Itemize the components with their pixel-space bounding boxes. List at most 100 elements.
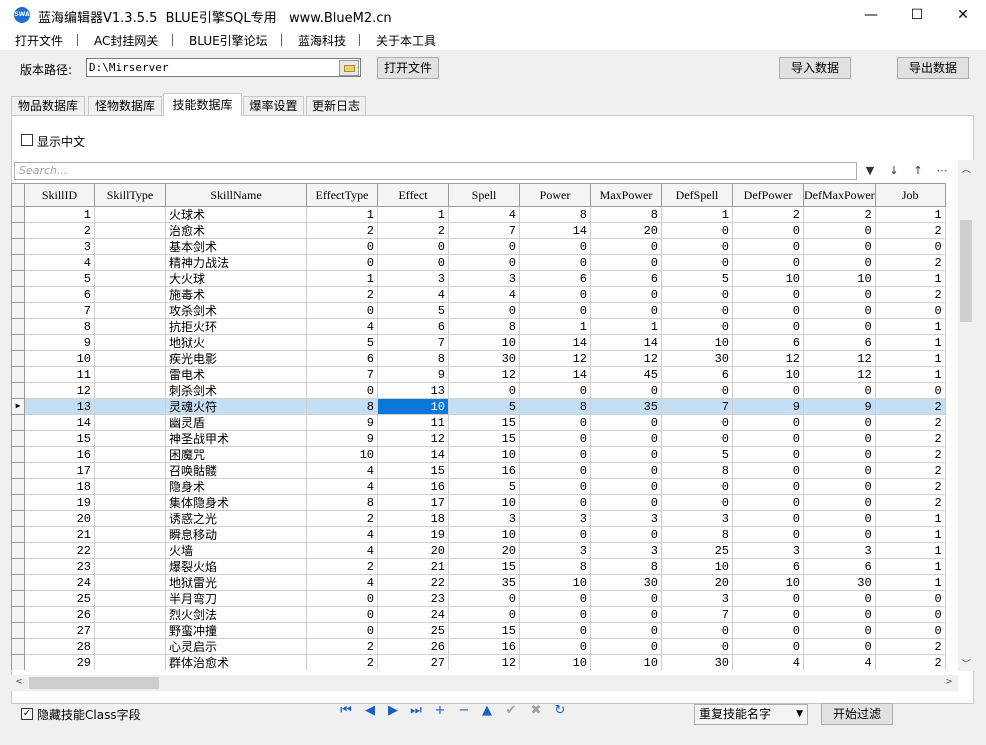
cell-effecttype[interactable]: 4	[306, 574, 378, 591]
row-indicator[interactable]	[11, 638, 25, 655]
cell-effect[interactable]: 17	[377, 494, 449, 511]
cell-skilltype[interactable]	[94, 558, 166, 575]
cell-defpower[interactable]: 0	[732, 622, 804, 639]
cell-defmaxpower[interactable]: 0	[803, 430, 876, 447]
cell-spell[interactable]: 0	[448, 238, 520, 255]
cell-skillid[interactable]: 25	[24, 590, 95, 607]
cell-spell[interactable]: 5	[448, 398, 520, 415]
cell-maxpower[interactable]: 12	[590, 350, 662, 367]
cell-effect[interactable]: 4	[377, 286, 449, 303]
cell-defspell[interactable]: 5	[661, 446, 733, 463]
cell-maxpower[interactable]: 0	[590, 446, 662, 463]
cell-defmaxpower[interactable]: 0	[803, 446, 876, 463]
search-input[interactable]: Search...	[14, 162, 857, 180]
cell-effect[interactable]: 19	[377, 526, 449, 543]
cell-skillid[interactable]: 26	[24, 606, 95, 623]
cell-power[interactable]: 14	[519, 222, 591, 239]
cell-effect[interactable]: 8	[377, 350, 449, 367]
cell-maxpower[interactable]: 0	[590, 462, 662, 479]
export-data-button[interactable]: 导出数据	[897, 57, 969, 79]
cell-power[interactable]: 3	[519, 510, 591, 527]
table-row[interactable]: 24 地狱雷光 4 22 35 10 30 20 10 30 1	[11, 574, 946, 591]
table-row[interactable]: 16 困魔咒 10 14 10 0 0 5 0 0 2	[11, 446, 946, 463]
row-indicator[interactable]	[11, 238, 25, 255]
cell-defspell[interactable]: 3	[661, 590, 733, 607]
cell-power[interactable]: 12	[519, 350, 591, 367]
table-row[interactable]: 29 群体治愈术 2 27 12 10 10 30 4 4 2	[11, 654, 946, 670]
cell-defpower[interactable]: 10	[732, 270, 804, 287]
cell-effect[interactable]: 15	[377, 462, 449, 479]
cell-defpower[interactable]: 10	[732, 574, 804, 591]
row-indicator[interactable]	[11, 302, 25, 319]
sort-descending-icon[interactable]: ↓	[885, 163, 903, 179]
cell-defmaxpower[interactable]: 6	[803, 334, 876, 351]
cell-spell[interactable]: 3	[448, 510, 520, 527]
cell-defpower[interactable]: 0	[732, 254, 804, 271]
sort-ascending-icon[interactable]: ↑	[909, 163, 927, 179]
table-row[interactable]: 19 集体隐身术 8 17 10 0 0 0 0 0 2	[11, 494, 946, 511]
tab-skills[interactable]: 技能数据库	[163, 93, 242, 116]
cell-spell[interactable]: 20	[448, 542, 520, 559]
table-row[interactable]: 3 基本剑术 0 0 0 0 0 0 0 0 0	[11, 238, 946, 255]
cell-maxpower[interactable]: 0	[590, 286, 662, 303]
cell-defpower[interactable]: 2	[732, 206, 804, 223]
table-row[interactable]: 14 幽灵盾 9 11 15 0 0 0 0 0 2	[11, 414, 946, 431]
cell-defmaxpower[interactable]: 2	[803, 206, 876, 223]
cell-skillname[interactable]: 大火球	[165, 270, 307, 287]
cell-effecttype[interactable]: 1	[306, 206, 378, 223]
cell-skilltype[interactable]	[94, 430, 166, 447]
cell-defspell[interactable]: 1	[661, 206, 733, 223]
cell-effect[interactable]: 24	[377, 606, 449, 623]
cell-skillid[interactable]: 29	[24, 654, 95, 670]
cell-skilltype[interactable]	[94, 334, 166, 351]
cell-skillname[interactable]: 地狱雷光	[165, 574, 307, 591]
cell-job[interactable]: 1	[874, 510, 946, 527]
cell-maxpower[interactable]: 0	[590, 526, 662, 543]
cell-defspell[interactable]: 0	[661, 238, 733, 255]
cell-skillid[interactable]: 18	[24, 478, 95, 495]
cell-power[interactable]: 0	[519, 462, 591, 479]
cell-effect[interactable]: 0	[377, 238, 449, 255]
cell-skilltype[interactable]	[94, 350, 166, 367]
cell-maxpower[interactable]: 14	[590, 334, 662, 351]
cell-power[interactable]: 0	[519, 302, 591, 319]
cell-effect[interactable]: 27	[377, 654, 449, 670]
row-indicator[interactable]	[11, 542, 25, 559]
cell-spell[interactable]: 10	[448, 526, 520, 543]
cell-spell[interactable]: 15	[448, 430, 520, 447]
cell-maxpower[interactable]: 6	[590, 270, 662, 287]
filter-mode-select[interactable]: 重复技能名字 ▼	[694, 704, 808, 725]
cell-skilltype[interactable]	[94, 654, 166, 670]
cell-defmaxpower[interactable]: 0	[803, 494, 876, 511]
cell-effecttype[interactable]: 1	[306, 270, 378, 287]
cell-spell[interactable]: 0	[448, 382, 520, 399]
filter-icon[interactable]: ▼	[861, 163, 879, 179]
cell-maxpower[interactable]: 0	[590, 238, 662, 255]
cell-spell[interactable]: 35	[448, 574, 520, 591]
table-row[interactable]: 6 施毒术 2 4 4 0 0 0 0 0 2	[11, 286, 946, 303]
cell-skillid[interactable]: 3	[24, 238, 95, 255]
cell-spell[interactable]: 16	[448, 462, 520, 479]
cell-defpower[interactable]: 0	[732, 638, 804, 655]
path-input[interactable]: D:\Mirserver	[86, 58, 361, 77]
cell-maxpower[interactable]: 0	[590, 638, 662, 655]
cell-defpower[interactable]: 10	[732, 366, 804, 383]
cell-effecttype[interactable]: 2	[306, 558, 378, 575]
cell-power[interactable]: 14	[519, 334, 591, 351]
column-header-maxpower[interactable]: MaxPower	[590, 183, 662, 207]
cell-skillid[interactable]: 16	[24, 446, 95, 463]
cell-defmaxpower[interactable]: 0	[803, 302, 876, 319]
cell-defspell[interactable]: 0	[661, 302, 733, 319]
cell-skillid[interactable]: 22	[24, 542, 95, 559]
cell-defpower[interactable]: 12	[732, 350, 804, 367]
row-indicator[interactable]: ▶	[11, 398, 25, 415]
cell-job[interactable]: 2	[874, 286, 946, 303]
cell-defmaxpower[interactable]: 0	[803, 638, 876, 655]
scroll-up-icon[interactable]: ︿	[958, 162, 974, 175]
cell-power[interactable]: 6	[519, 270, 591, 287]
tab-drop-rates[interactable]: 爆率设置	[243, 96, 304, 115]
cell-effecttype[interactable]: 9	[306, 430, 378, 447]
cell-defspell[interactable]: 10	[661, 558, 733, 575]
cell-skillname[interactable]: 野蛮冲撞	[165, 622, 307, 639]
cell-defmaxpower[interactable]: 0	[803, 238, 876, 255]
